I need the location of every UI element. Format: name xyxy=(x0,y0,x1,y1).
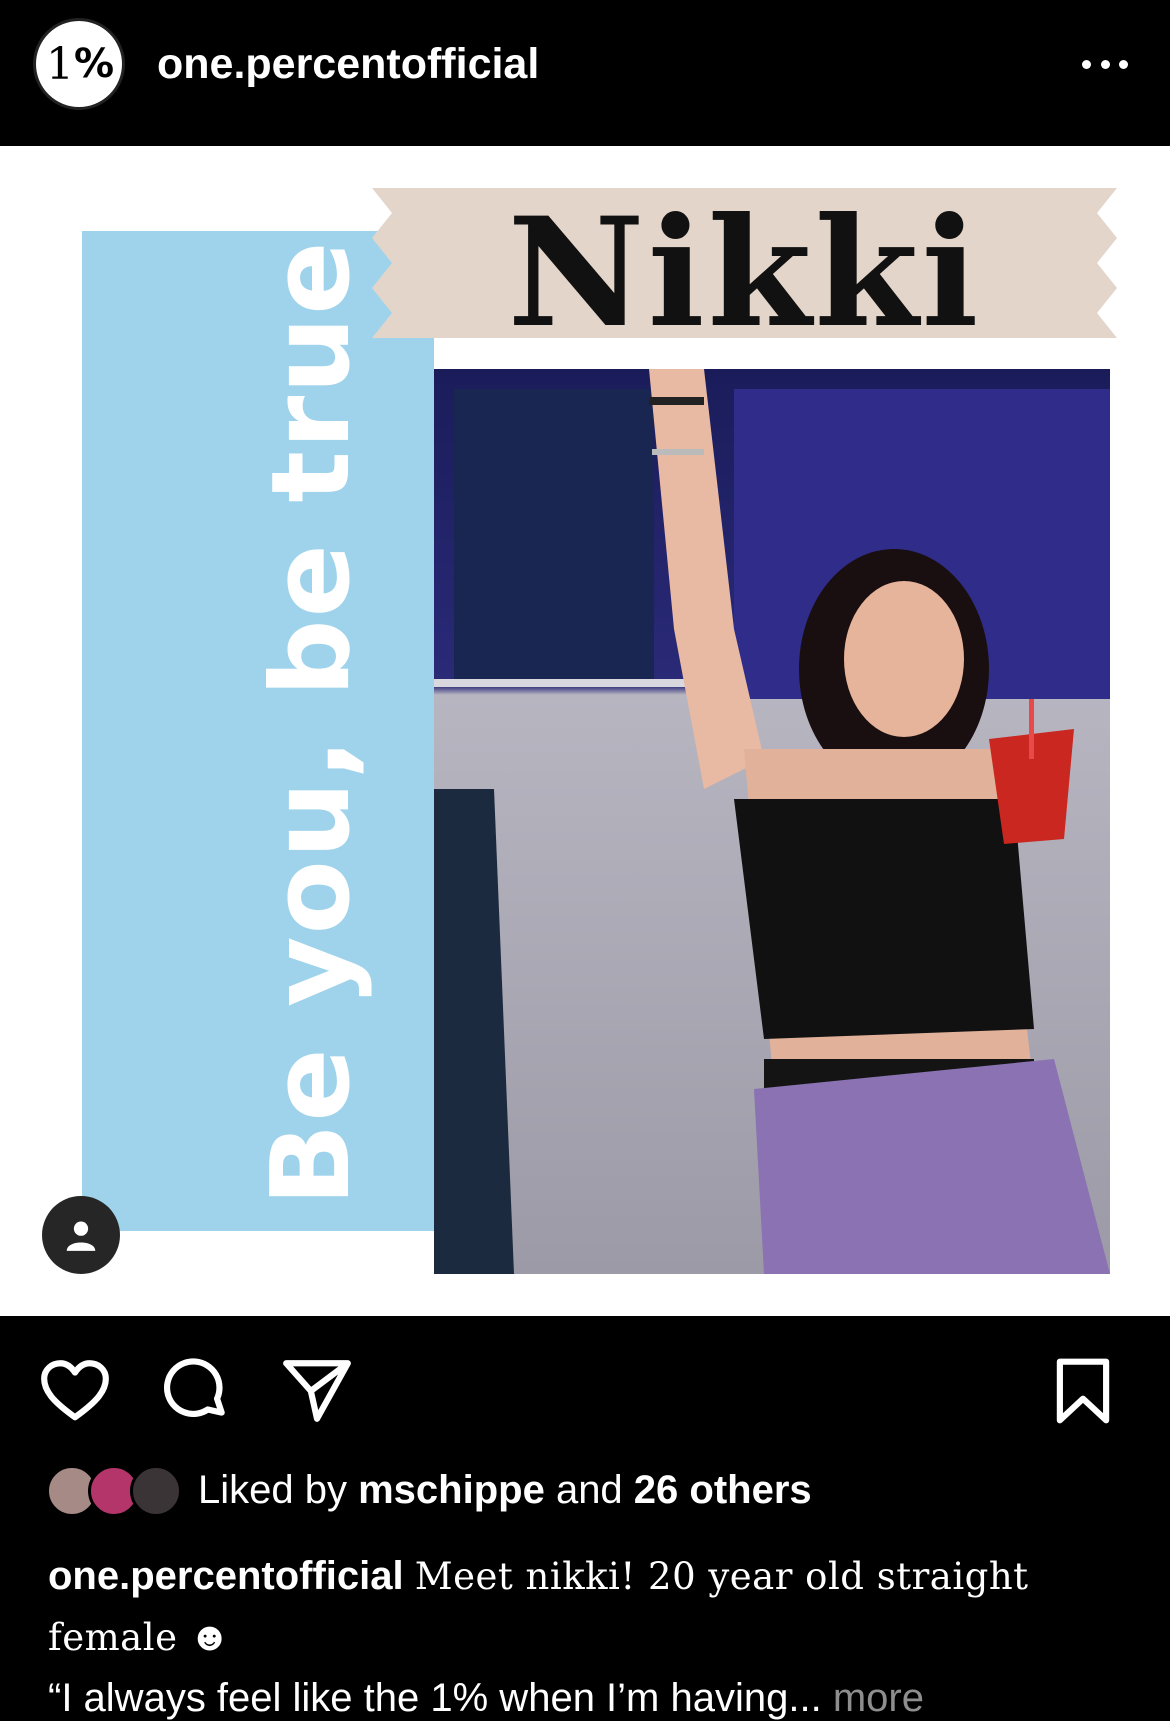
liker-username[interactable]: mschippe xyxy=(358,1468,545,1512)
action-bar xyxy=(0,1316,1170,1466)
nikki-photo xyxy=(434,369,1110,1274)
post-caption: one.percentofficial Meet nikki! 20 year … xyxy=(48,1546,1138,1721)
slogan-text: Be you, be true xyxy=(249,239,374,1206)
post-image[interactable]: Be you, be true Nikki xyxy=(0,146,1170,1316)
liker-avatar xyxy=(130,1465,182,1517)
caption-username[interactable]: one.percentofficial xyxy=(48,1554,404,1598)
avatar-logo-one: 1 xyxy=(45,38,74,90)
tagged-users-icon[interactable] xyxy=(42,1196,120,1274)
avatar-logo-percent: % xyxy=(73,41,114,87)
likes-middle: and xyxy=(544,1467,634,1512)
liker-avatars xyxy=(46,1462,186,1518)
caption-quote: “I always feel like the 1% when I’m havi… xyxy=(48,1676,822,1720)
banner-name-text: Nikki xyxy=(507,185,982,361)
post-username[interactable]: one.percentofficial xyxy=(157,40,539,89)
profile-avatar[interactable]: 1 % xyxy=(33,18,125,110)
save-bookmark-icon[interactable] xyxy=(1046,1354,1120,1428)
post-header: 1 % one.percentofficial xyxy=(0,0,1170,146)
likes-others-count[interactable]: 26 others xyxy=(634,1468,812,1512)
like-heart-icon[interactable] xyxy=(38,1354,112,1428)
likes-prefix: Liked by xyxy=(198,1467,359,1512)
more-options-icon[interactable] xyxy=(1078,44,1132,84)
likes-row[interactable]: Liked by mschippe and 26 others xyxy=(46,1460,812,1520)
caption-more-link[interactable]: more xyxy=(833,1676,924,1720)
likes-text: Liked by mschippe and 26 others xyxy=(198,1468,812,1513)
smiley-emoji: ☻ xyxy=(188,1615,231,1659)
comment-icon[interactable] xyxy=(160,1354,234,1428)
share-send-icon[interactable] xyxy=(280,1354,354,1428)
